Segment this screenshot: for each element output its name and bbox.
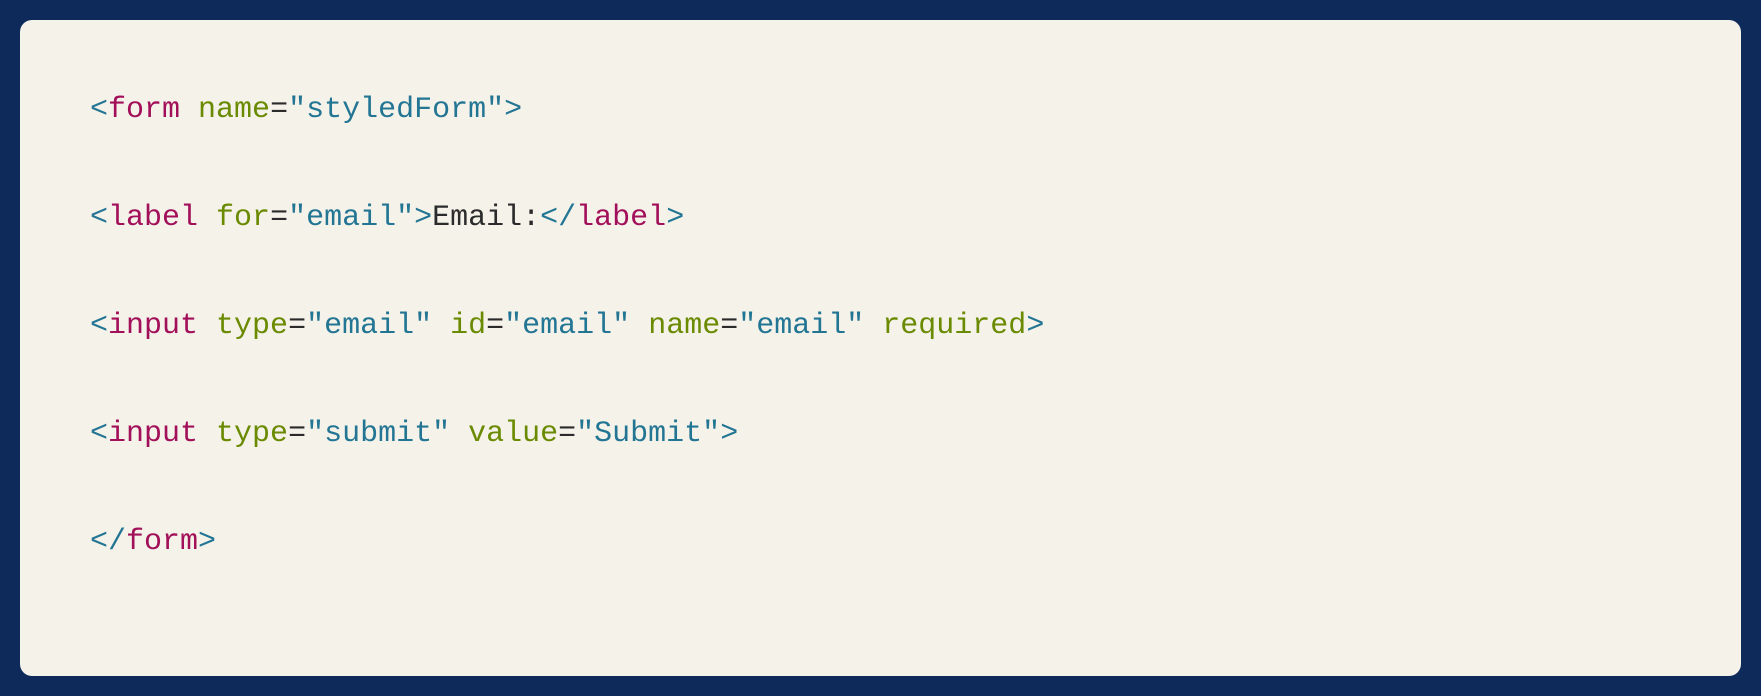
code-token: = [288, 417, 306, 451]
code-token: for [216, 201, 270, 235]
code-token: "styledForm" [288, 93, 504, 127]
code-token: label [108, 201, 198, 235]
code-token: type [216, 309, 288, 343]
code-token: > [1026, 309, 1044, 343]
code-token: = [486, 309, 504, 343]
code-token: > [504, 93, 522, 127]
code-token: "Submit" [576, 417, 720, 451]
code-token: "email" [738, 309, 864, 343]
code-token: value [468, 417, 558, 451]
code-token [198, 309, 216, 343]
code-token: form [108, 93, 180, 127]
code-token: = [270, 93, 288, 127]
code-token: name [648, 309, 720, 343]
code-line: <label for="email">Email:</label> [90, 188, 1671, 248]
code-token [450, 417, 468, 451]
code-token: label [576, 201, 666, 235]
code-token: = [720, 309, 738, 343]
code-token: "submit" [306, 417, 450, 451]
code-token: form [126, 525, 198, 559]
code-token: = [270, 201, 288, 235]
code-token: type [216, 417, 288, 451]
code-line: </form> [90, 512, 1671, 572]
code-token [198, 201, 216, 235]
code-token: < [90, 417, 108, 451]
code-token [630, 309, 648, 343]
code-token: = [288, 309, 306, 343]
code-block: <form name="styledForm"><label for="emai… [90, 80, 1671, 572]
code-token: "email" [504, 309, 630, 343]
code-token [432, 309, 450, 343]
code-token: id [450, 309, 486, 343]
code-token: </ [90, 525, 126, 559]
code-token [864, 309, 882, 343]
code-token: > [198, 525, 216, 559]
code-token: input [108, 417, 198, 451]
code-token: name [198, 93, 270, 127]
code-token: required [882, 309, 1026, 343]
code-line: <input type="email" id="email" name="ema… [90, 296, 1671, 356]
code-token: > [414, 201, 432, 235]
code-token: < [90, 201, 108, 235]
code-token: < [90, 93, 108, 127]
code-token: "email" [288, 201, 414, 235]
code-token: > [720, 417, 738, 451]
code-token: > [666, 201, 684, 235]
code-card: <form name="styledForm"><label for="emai… [20, 20, 1741, 676]
code-token [180, 93, 198, 127]
code-token: = [558, 417, 576, 451]
code-token: "email" [306, 309, 432, 343]
code-line: <input type="submit" value="Submit"> [90, 404, 1671, 464]
code-token: </ [540, 201, 576, 235]
code-token [198, 417, 216, 451]
code-token: Email: [432, 201, 540, 235]
code-token: input [108, 309, 198, 343]
code-token: < [90, 309, 108, 343]
code-line: <form name="styledForm"> [90, 80, 1671, 140]
